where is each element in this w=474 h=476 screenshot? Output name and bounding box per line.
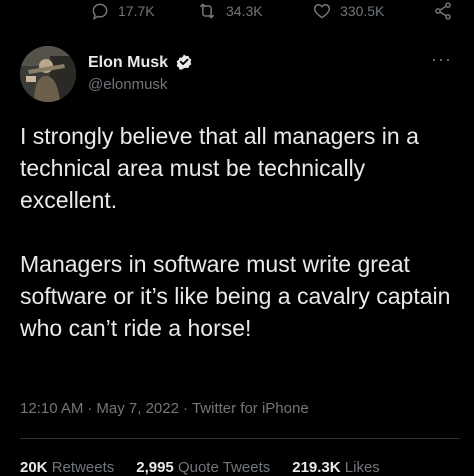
tweet-meta: 12:10 AM · May 7, 2022 · Twitter for iPh… — [20, 400, 309, 417]
name-row[interactable]: Elon Musk — [88, 53, 194, 73]
display-name[interactable]: Elon Musk — [88, 54, 168, 72]
tweet-source[interactable]: Twitter for iPhone — [192, 400, 309, 417]
retweets-count: 20K — [20, 459, 48, 476]
tweet-action-bar: 17.7K 34.3K 330.5K — [0, 0, 474, 26]
divider — [20, 438, 460, 439]
more-options-icon[interactable]: ··· — [431, 50, 452, 68]
quote-tweets-count: 2,995 — [136, 459, 174, 476]
tweet-text: I strongly believe that all managers in … — [20, 120, 460, 344]
tweet-date[interactable]: May 7, 2022 — [96, 400, 179, 417]
tweet-paragraph: Managers in software must write great so… — [20, 251, 451, 341]
engagement-stats: 20K Retweets 2,995 Quote Tweets 219.3K L… — [20, 459, 380, 476]
share-icon — [435, 2, 451, 20]
retweets-label: Retweets — [51, 459, 115, 476]
tweet-paragraph: I strongly believe that all managers in … — [20, 123, 419, 213]
quote-tweets-stat[interactable]: 2,995 Quote Tweets — [136, 459, 270, 476]
verified-badge-icon — [176, 54, 192, 70]
like-button[interactable]: 330.5K — [312, 0, 384, 22]
retweets-stat[interactable]: 20K Retweets — [20, 459, 114, 476]
tweet-header: Elon Musk @elonmusk ··· — [20, 46, 460, 106]
reply-icon — [92, 3, 108, 20]
share-button[interactable] — [432, 0, 454, 22]
avatar-image — [20, 46, 76, 102]
likes-stat[interactable]: 219.3K Likes — [292, 459, 380, 476]
user-handle[interactable]: @elonmusk — [88, 76, 167, 93]
reply-count: 17.7K — [118, 3, 155, 19]
avatar[interactable] — [20, 46, 76, 102]
retweet-button[interactable]: 34.3K — [196, 0, 263, 22]
quote-tweets-label: Quote Tweets — [177, 459, 271, 476]
tweet-time[interactable]: 12:10 AM — [20, 400, 83, 417]
likes-label: Likes — [344, 459, 380, 476]
like-count: 330.5K — [340, 3, 385, 19]
retweet-icon — [199, 3, 215, 19]
reply-button[interactable]: 17.7K — [90, 0, 155, 22]
likes-count: 219.3K — [292, 459, 341, 476]
meta-separator: · — [182, 400, 188, 417]
retweet-count: 34.3K — [226, 3, 263, 19]
heart-icon — [313, 3, 331, 19]
meta-separator: · — [87, 400, 93, 417]
